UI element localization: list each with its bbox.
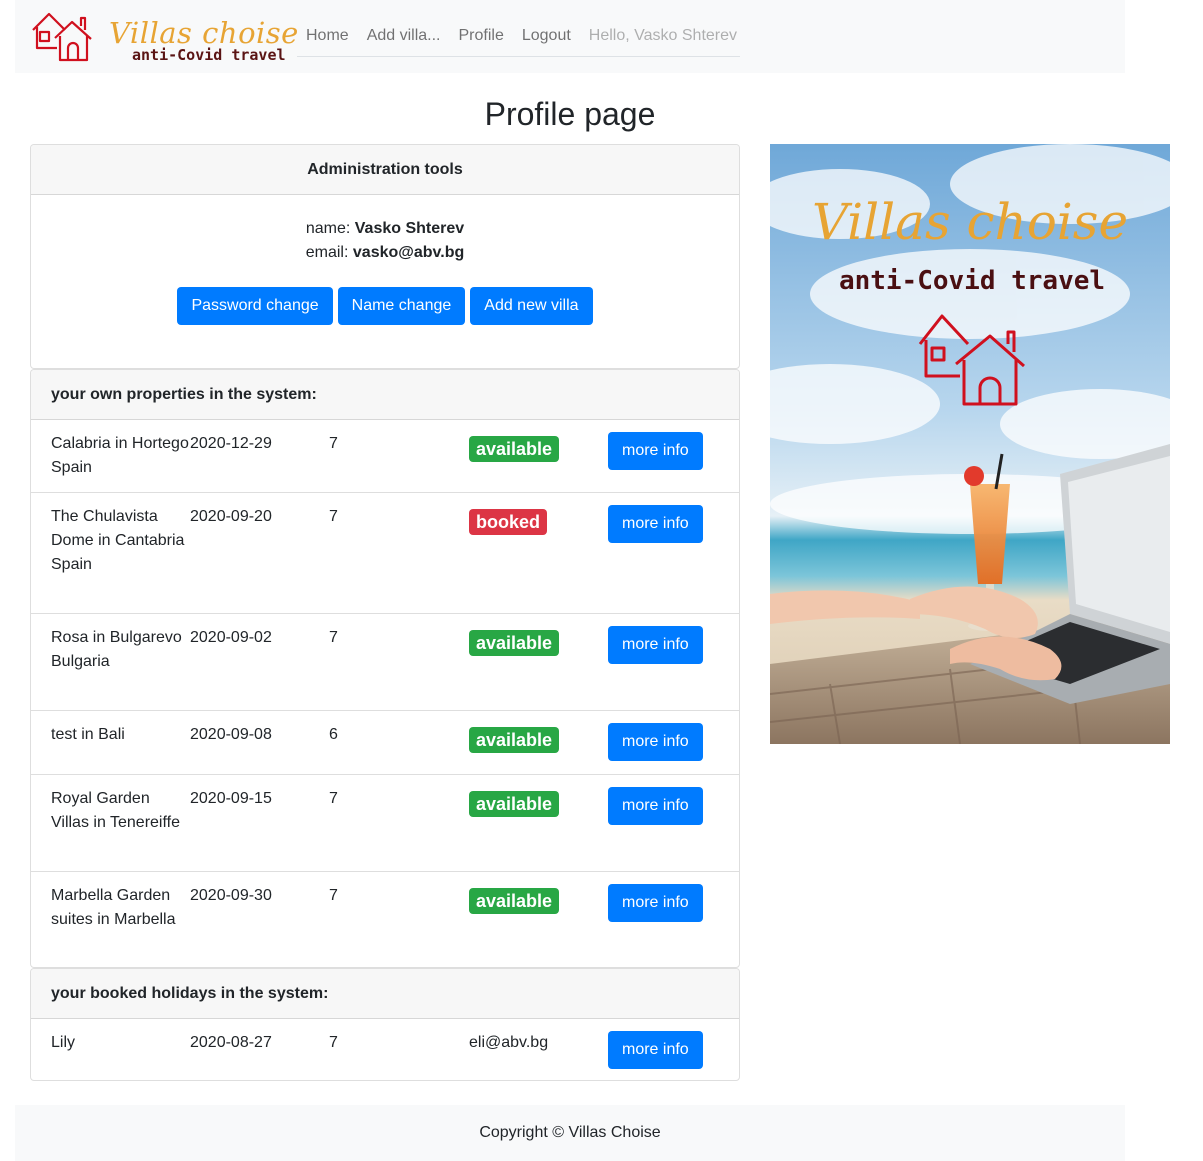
brand-subtitle: anti-Covid travel bbox=[132, 46, 286, 64]
name-value: Vasko Shterev bbox=[354, 220, 465, 237]
property-name: Royal Garden Villas in Tenereiffe bbox=[51, 790, 180, 831]
property-row: Royal Garden Villas in Tenereiffe 2020-0… bbox=[31, 775, 739, 872]
booking-count: 7 bbox=[329, 1034, 338, 1051]
property-date: 2020-09-02 bbox=[190, 629, 272, 646]
main-nav: Home Add villa... Profile Logout Hello, … bbox=[297, 16, 740, 57]
property-count: 7 bbox=[329, 629, 338, 646]
user-email-line: email: vasko@abv.bg bbox=[31, 241, 739, 265]
property-row: Calabria in Hortego Spain 2020-12-29 7 a… bbox=[31, 420, 739, 493]
property-date: 2020-09-20 bbox=[190, 508, 272, 525]
own-properties-card: your own properties in the system: Calab… bbox=[30, 369, 740, 968]
property-name: test in Bali bbox=[51, 726, 125, 743]
nav-logout[interactable]: Logout bbox=[513, 16, 580, 56]
property-date: 2020-09-15 bbox=[190, 790, 272, 807]
booking-row: Lily 2020-08-27 7 eli@abv.bg more info bbox=[31, 1019, 739, 1080]
property-row: The Chulavista Dome in Cantabria Spain 2… bbox=[31, 493, 739, 614]
poster-title: Villas choise bbox=[812, 193, 1128, 251]
more-info-button[interactable]: more info bbox=[608, 505, 703, 543]
booked-holidays-card: your booked holidays in the system: Lily… bbox=[30, 968, 740, 1081]
property-count: 6 bbox=[329, 726, 338, 743]
copyright-text: Copyright © Villas Choise bbox=[479, 1124, 661, 1141]
property-count: 7 bbox=[329, 887, 338, 904]
property-count: 7 bbox=[329, 790, 338, 807]
email-label: email: bbox=[305, 244, 349, 261]
footer: Copyright © Villas Choise bbox=[15, 1105, 1125, 1161]
admin-buttons: Password change Name change Add new vill… bbox=[31, 287, 739, 325]
nav-home[interactable]: Home bbox=[297, 16, 358, 56]
status-badge: available bbox=[469, 791, 560, 817]
brand-logo[interactable]: Villas choise anti-Covid travel bbox=[31, 10, 298, 65]
more-info-button[interactable]: more info bbox=[608, 626, 703, 664]
property-date: 2020-12-29 bbox=[190, 435, 272, 452]
name-label: name: bbox=[305, 220, 351, 237]
add-new-villa-button[interactable]: Add new villa bbox=[470, 287, 593, 325]
more-info-button[interactable]: more info bbox=[608, 723, 703, 761]
nav-greeting: Hello, Vasko Shterev bbox=[588, 27, 738, 44]
status-badge: available bbox=[469, 727, 560, 753]
more-info-button[interactable]: more info bbox=[608, 884, 703, 922]
promo-poster-image: Villas choise anti-Covid travel bbox=[770, 144, 1170, 744]
property-name: Rosa in Bulgarevo Bulgaria bbox=[51, 629, 182, 670]
status-badge: booked bbox=[469, 509, 548, 535]
nav-add-villa[interactable]: Add villa... bbox=[358, 16, 450, 56]
houses-icon bbox=[32, 12, 92, 62]
property-row: Rosa in Bulgarevo Bulgaria 2020-09-02 7 … bbox=[31, 614, 739, 711]
name-change-button[interactable]: Name change bbox=[337, 287, 466, 325]
admin-tools-header: Administration tools bbox=[31, 145, 739, 195]
property-count: 7 bbox=[329, 508, 338, 525]
property-count: 7 bbox=[329, 435, 338, 452]
status-badge: available bbox=[469, 888, 560, 914]
page-title: Profile page bbox=[484, 96, 656, 132]
property-name: The Chulavista Dome in Cantabria Spain bbox=[51, 508, 185, 573]
password-change-button[interactable]: Password change bbox=[177, 287, 333, 325]
property-name: Calabria in Hortego Spain bbox=[51, 435, 189, 476]
booking-date: 2020-08-27 bbox=[190, 1034, 272, 1051]
own-properties-header: your own properties in the system: bbox=[31, 370, 739, 420]
property-row: Marbella Garden suites in Marbella 2020-… bbox=[31, 872, 739, 967]
property-row: test in Bali 2020-09-08 6 available more… bbox=[31, 711, 739, 775]
more-info-button[interactable]: more info bbox=[608, 1031, 703, 1069]
navbar: Villas choise anti-Covid travel Home Add… bbox=[15, 0, 1125, 73]
more-info-button[interactable]: more info bbox=[608, 787, 703, 825]
property-name: Marbella Garden suites in Marbella bbox=[51, 887, 176, 928]
brand-title: Villas choise bbox=[109, 16, 299, 50]
property-date: 2020-09-30 bbox=[190, 887, 272, 904]
more-info-button[interactable]: more info bbox=[608, 432, 703, 470]
poster-subtitle: anti-Covid travel bbox=[839, 266, 1105, 296]
admin-tools-card: Administration tools name: Vasko Shterev… bbox=[30, 144, 740, 369]
user-name-line: name: Vasko Shterev bbox=[31, 217, 739, 241]
status-badge: available bbox=[469, 630, 560, 656]
status-badge: available bbox=[469, 436, 560, 462]
property-date: 2020-09-08 bbox=[190, 726, 272, 743]
booked-holidays-header: your booked holidays in the system: bbox=[31, 969, 739, 1019]
booking-email: eli@abv.bg bbox=[469, 1034, 549, 1051]
admin-info: name: Vasko Shterev email: vasko@abv.bg … bbox=[31, 195, 739, 325]
nav-profile[interactable]: Profile bbox=[450, 16, 513, 56]
booking-name: Lily bbox=[51, 1034, 76, 1051]
email-value: vasko@abv.bg bbox=[352, 244, 465, 261]
